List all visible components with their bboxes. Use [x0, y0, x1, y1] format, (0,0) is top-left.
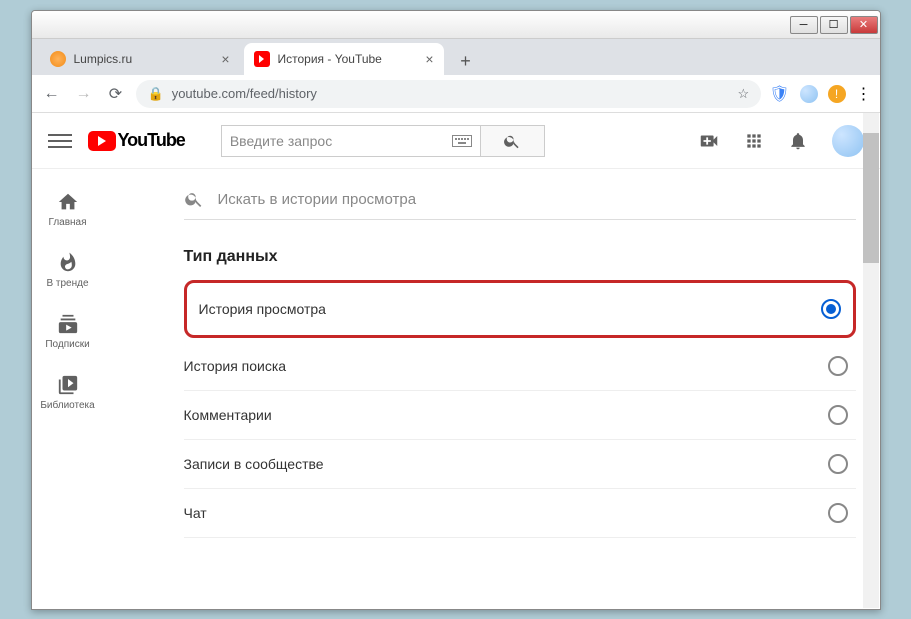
sidebar-item-library[interactable]: Библиотека — [32, 362, 104, 423]
search-icon — [184, 189, 204, 209]
search-placeholder: Введите запрос — [230, 133, 332, 149]
maximize-button[interactable]: ☐ — [820, 16, 848, 34]
youtube-header-right — [698, 125, 864, 157]
history-type-options: История просмотра История поиска Комментар… — [184, 280, 856, 538]
radio-button[interactable] — [821, 299, 841, 319]
sidebar-item-label: В тренде — [46, 278, 88, 289]
history-type-option[interactable]: Чат — [184, 489, 856, 538]
tab-label: Lumpics.ru — [74, 52, 133, 66]
option-label: Чат — [184, 505, 207, 521]
option-label: Записи в сообществе — [184, 456, 324, 472]
forward-button[interactable]: → — [72, 82, 96, 106]
section-title: Тип данных — [184, 248, 856, 266]
address-bar[interactable]: 🔒 youtube.com/feed/history ☆ — [136, 80, 762, 108]
tab-close-icon[interactable]: × — [425, 51, 433, 67]
minimize-button[interactable]: ─ — [790, 16, 818, 34]
apps-grid-icon[interactable] — [744, 131, 764, 151]
hamburger-menu-icon[interactable] — [48, 134, 72, 148]
history-search[interactable]: Искать в истории просмотра — [184, 189, 856, 220]
youtube-logo[interactable]: YouTube — [88, 130, 185, 151]
option-label: История просмотра — [199, 301, 326, 317]
sidebar-item-label: Подписки — [45, 339, 89, 350]
sidebar: Главная В тренде Подписки Библиотека — [32, 169, 104, 609]
tab-label: История - YouTube — [278, 52, 382, 66]
search-button[interactable] — [481, 125, 545, 157]
history-type-option[interactable]: История поиска — [184, 342, 856, 391]
radio-button[interactable] — [828, 356, 848, 376]
youtube-play-icon — [88, 131, 116, 151]
sidebar-item-label: Библиотека — [40, 400, 94, 411]
omnibar-right: 🛡 ! ⋮ — [769, 84, 871, 104]
youtube-favicon-icon — [254, 51, 270, 67]
radio-button[interactable] — [828, 405, 848, 425]
window-titlebar: ─ ☐ ✕ — [32, 11, 880, 39]
youtube-header: YouTube Введите запрос — [32, 113, 880, 169]
tab-close-icon[interactable]: × — [221, 51, 229, 67]
youtube-search: Введите запрос — [221, 125, 545, 157]
bookmark-star-icon[interactable]: ☆ — [738, 86, 750, 102]
tab-youtube-history[interactable]: История - YouTube × — [244, 43, 444, 75]
close-button[interactable]: ✕ — [850, 16, 878, 34]
trending-icon — [57, 252, 79, 274]
lumpics-favicon-icon — [50, 51, 66, 67]
library-icon — [57, 374, 79, 396]
keyboard-icon[interactable] — [452, 135, 472, 147]
main-content: Искать в истории просмотра Тип данных Ис… — [104, 169, 880, 609]
reload-button[interactable]: ⟳ — [104, 82, 128, 106]
option-label: Комментарии — [184, 407, 272, 423]
tab-strip: Lumpics.ru × История - YouTube × + — [32, 39, 880, 75]
url-text: youtube.com/feed/history — [172, 86, 730, 101]
sidebar-item-trending[interactable]: В тренде — [32, 240, 104, 301]
search-icon — [503, 132, 521, 150]
user-avatar-icon[interactable] — [832, 125, 864, 157]
shield-icon[interactable]: 🛡 — [769, 84, 789, 104]
radio-button[interactable] — [828, 503, 848, 523]
sidebar-item-label: Главная — [48, 217, 86, 228]
history-type-option[interactable]: История просмотра — [184, 280, 856, 338]
history-type-option[interactable]: Комментарии — [184, 391, 856, 440]
search-input[interactable]: Введите запрос — [221, 125, 481, 157]
tab-lumpics[interactable]: Lumpics.ru × — [40, 43, 240, 75]
browser-menu-icon[interactable]: ⋮ — [856, 84, 872, 104]
extension-icon[interactable]: ! — [828, 85, 846, 103]
radio-button[interactable] — [828, 454, 848, 474]
new-tab-button[interactable]: + — [452, 47, 480, 75]
subscriptions-icon — [57, 313, 79, 335]
back-button[interactable]: ← — [40, 82, 64, 106]
sidebar-item-subscriptions[interactable]: Подписки — [32, 301, 104, 362]
create-video-icon[interactable] — [698, 130, 720, 152]
youtube-logo-text: YouTube — [118, 130, 185, 151]
youtube-body: Главная В тренде Подписки Библиотека Иск… — [32, 169, 880, 609]
history-type-option[interactable]: Записи в сообществе — [184, 440, 856, 489]
scrollbar-thumb[interactable] — [863, 133, 879, 263]
lock-icon: 🔒 — [148, 86, 164, 102]
scrollbar[interactable] — [863, 113, 879, 608]
bell-icon[interactable] — [788, 131, 808, 151]
browser-window: ─ ☐ ✕ Lumpics.ru × История - YouTube × +… — [31, 10, 881, 610]
omnibar: ← → ⟳ 🔒 youtube.com/feed/history ☆ 🛡 ! ⋮ — [32, 75, 880, 113]
option-label: История поиска — [184, 358, 287, 374]
sidebar-item-home[interactable]: Главная — [32, 179, 104, 240]
home-icon — [57, 191, 79, 213]
history-search-placeholder: Искать в истории просмотра — [218, 191, 417, 208]
profile-avatar-icon[interactable] — [800, 85, 818, 103]
